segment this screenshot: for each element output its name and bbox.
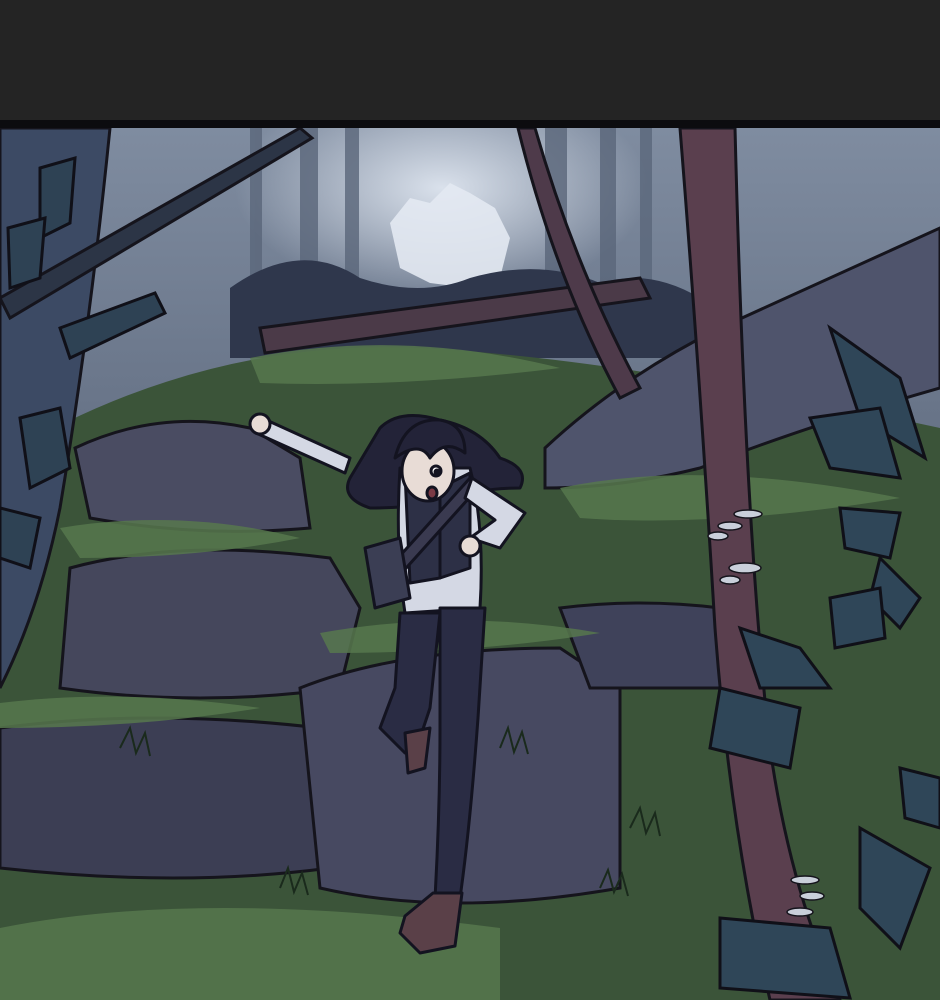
comic-panel (0, 128, 940, 1000)
girl-right-fist (458, 534, 482, 558)
viewer-top-bar (0, 0, 940, 120)
girl-mouth (425, 485, 439, 501)
girl-left-fist (248, 412, 272, 436)
girl-bag (363, 536, 412, 610)
comic-viewer (0, 0, 940, 1000)
panel-top-border (0, 120, 940, 128)
forest-scene (0, 128, 940, 1000)
girl-boot-back (403, 726, 432, 775)
